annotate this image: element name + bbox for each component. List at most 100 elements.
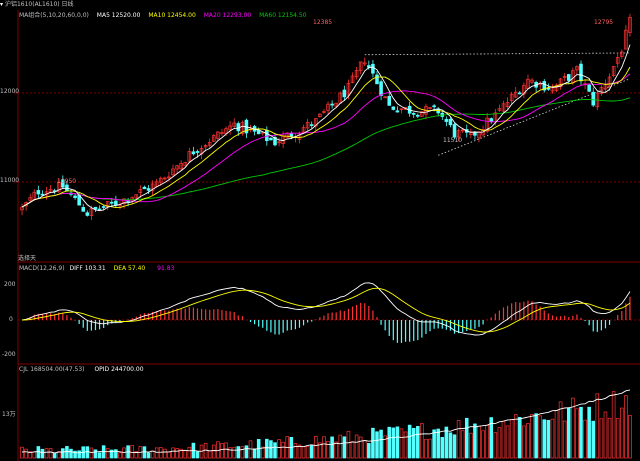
volume-bar — [628, 415, 632, 459]
period-label: 日线 — [61, 1, 74, 8]
cjl-label[interactable]: CJL 168504.00(47.53) — [19, 366, 85, 373]
candle-body — [142, 186, 147, 190]
volume-bar — [252, 448, 257, 459]
volume-bar — [240, 446, 245, 459]
volume-bar — [309, 445, 314, 459]
candle-body — [448, 118, 453, 126]
volume-bar — [175, 448, 179, 459]
volume-bar — [48, 448, 53, 459]
volume-bar — [452, 434, 457, 459]
candle-body — [546, 87, 551, 90]
volume-bar — [367, 443, 371, 459]
volume-bar — [387, 426, 392, 459]
volume-bar — [69, 448, 73, 459]
candle-body — [97, 208, 102, 211]
volume-bar — [105, 448, 110, 459]
candle-body — [395, 110, 400, 113]
volume-bar — [314, 436, 318, 459]
volume-bar — [444, 426, 449, 459]
oi-legend: CJL 168504.00(47.53) OPID 244700.00 — [19, 366, 144, 373]
volume-bar — [615, 418, 620, 459]
volume-bar — [358, 436, 363, 459]
volume-bar — [20, 446, 24, 459]
volume-bar — [566, 407, 571, 459]
macd-tick-m200: -200 — [2, 351, 16, 358]
ma60-line — [21, 97, 631, 208]
volume-bar — [224, 442, 228, 459]
candle-body — [416, 114, 420, 117]
volume-bars — [20, 391, 632, 459]
volume-bar — [163, 448, 167, 459]
ma20-line — [21, 73, 631, 208]
candle-body — [411, 113, 416, 115]
volume-bar — [485, 424, 489, 459]
volume-bar — [607, 417, 612, 459]
volume-bar — [228, 447, 232, 459]
volume-bar — [399, 428, 404, 459]
volume-bar — [473, 423, 477, 459]
volume-bar — [265, 438, 269, 459]
ma60-label: MA60 12154.50 — [259, 12, 307, 19]
bottom-left-label: 选择天 — [18, 255, 37, 262]
volume-bar — [362, 440, 367, 459]
volume-bar — [620, 407, 624, 459]
dropdown-arrow-icon[interactable]: ▾ — [0, 1, 3, 8]
candle-body — [566, 74, 571, 81]
volume-bar — [599, 418, 604, 459]
oi-tick-13wan: 13万 — [2, 411, 16, 418]
volume-bar — [65, 446, 69, 459]
volume-bar — [526, 423, 530, 459]
chart-svg — [14, 10, 640, 461]
volume-bar — [530, 414, 534, 459]
volume-bar — [52, 452, 57, 459]
price-label-11000: 11000 — [0, 177, 20, 184]
macd-dea-label: DEA 57.40 — [113, 265, 146, 272]
candle-body — [432, 105, 436, 108]
candle-body — [93, 206, 98, 210]
candle-body — [330, 103, 334, 106]
ma5-line — [21, 44, 631, 212]
volume-bar — [448, 432, 453, 459]
volume-bar — [522, 425, 526, 459]
volume-bar — [277, 439, 281, 459]
volume-bar — [338, 434, 343, 459]
candle-body — [265, 129, 269, 142]
ma-legend: MA组合(5,10,20,60,0,0) MA5 12520.00 MA10 1… — [19, 11, 307, 21]
volume-bar — [411, 427, 416, 459]
candle-body — [85, 212, 90, 216]
candle-body — [379, 81, 383, 96]
volume-bar — [469, 432, 473, 459]
price-axis-ticks — [14, 92, 18, 183]
macd-tick-0: 0 — [9, 316, 13, 323]
macd-title[interactable]: MACD(12,26,9) — [19, 265, 65, 272]
volume-bar — [505, 425, 510, 459]
candle-body — [256, 130, 261, 135]
ma-combo-label[interactable]: MA组合(5,10,20,60,0,0) — [19, 12, 89, 19]
volume-bar — [554, 410, 559, 459]
macd-tick-200: 200 — [4, 281, 16, 288]
volume-bar — [432, 429, 436, 459]
volume-bar — [493, 432, 498, 459]
volume-bar — [244, 445, 249, 459]
candle-body — [146, 188, 151, 191]
volume-bar — [391, 427, 396, 459]
volume-bar — [40, 448, 45, 459]
volume-bar — [436, 428, 440, 459]
volume-bar — [624, 395, 628, 459]
volume-bar — [232, 446, 236, 459]
macd-legend: MACD(12,26,9) DIFF 103.31 DEA 57.40 91.8… — [19, 265, 174, 272]
volume-bar — [346, 430, 351, 459]
volume-bar — [342, 436, 347, 459]
volume-bar — [118, 452, 122, 459]
volume-bar — [538, 415, 542, 459]
volume-bar — [293, 443, 298, 459]
dea-line — [21, 287, 631, 333]
volume-bar — [460, 430, 465, 459]
price-label-12000: 12000 — [0, 88, 20, 95]
upper-trendline — [364, 52, 630, 56]
volume-bar — [301, 446, 306, 459]
volume-bar — [371, 427, 375, 459]
candle-body — [101, 206, 106, 208]
volume-bar — [395, 426, 400, 459]
volume-bar — [546, 419, 551, 459]
